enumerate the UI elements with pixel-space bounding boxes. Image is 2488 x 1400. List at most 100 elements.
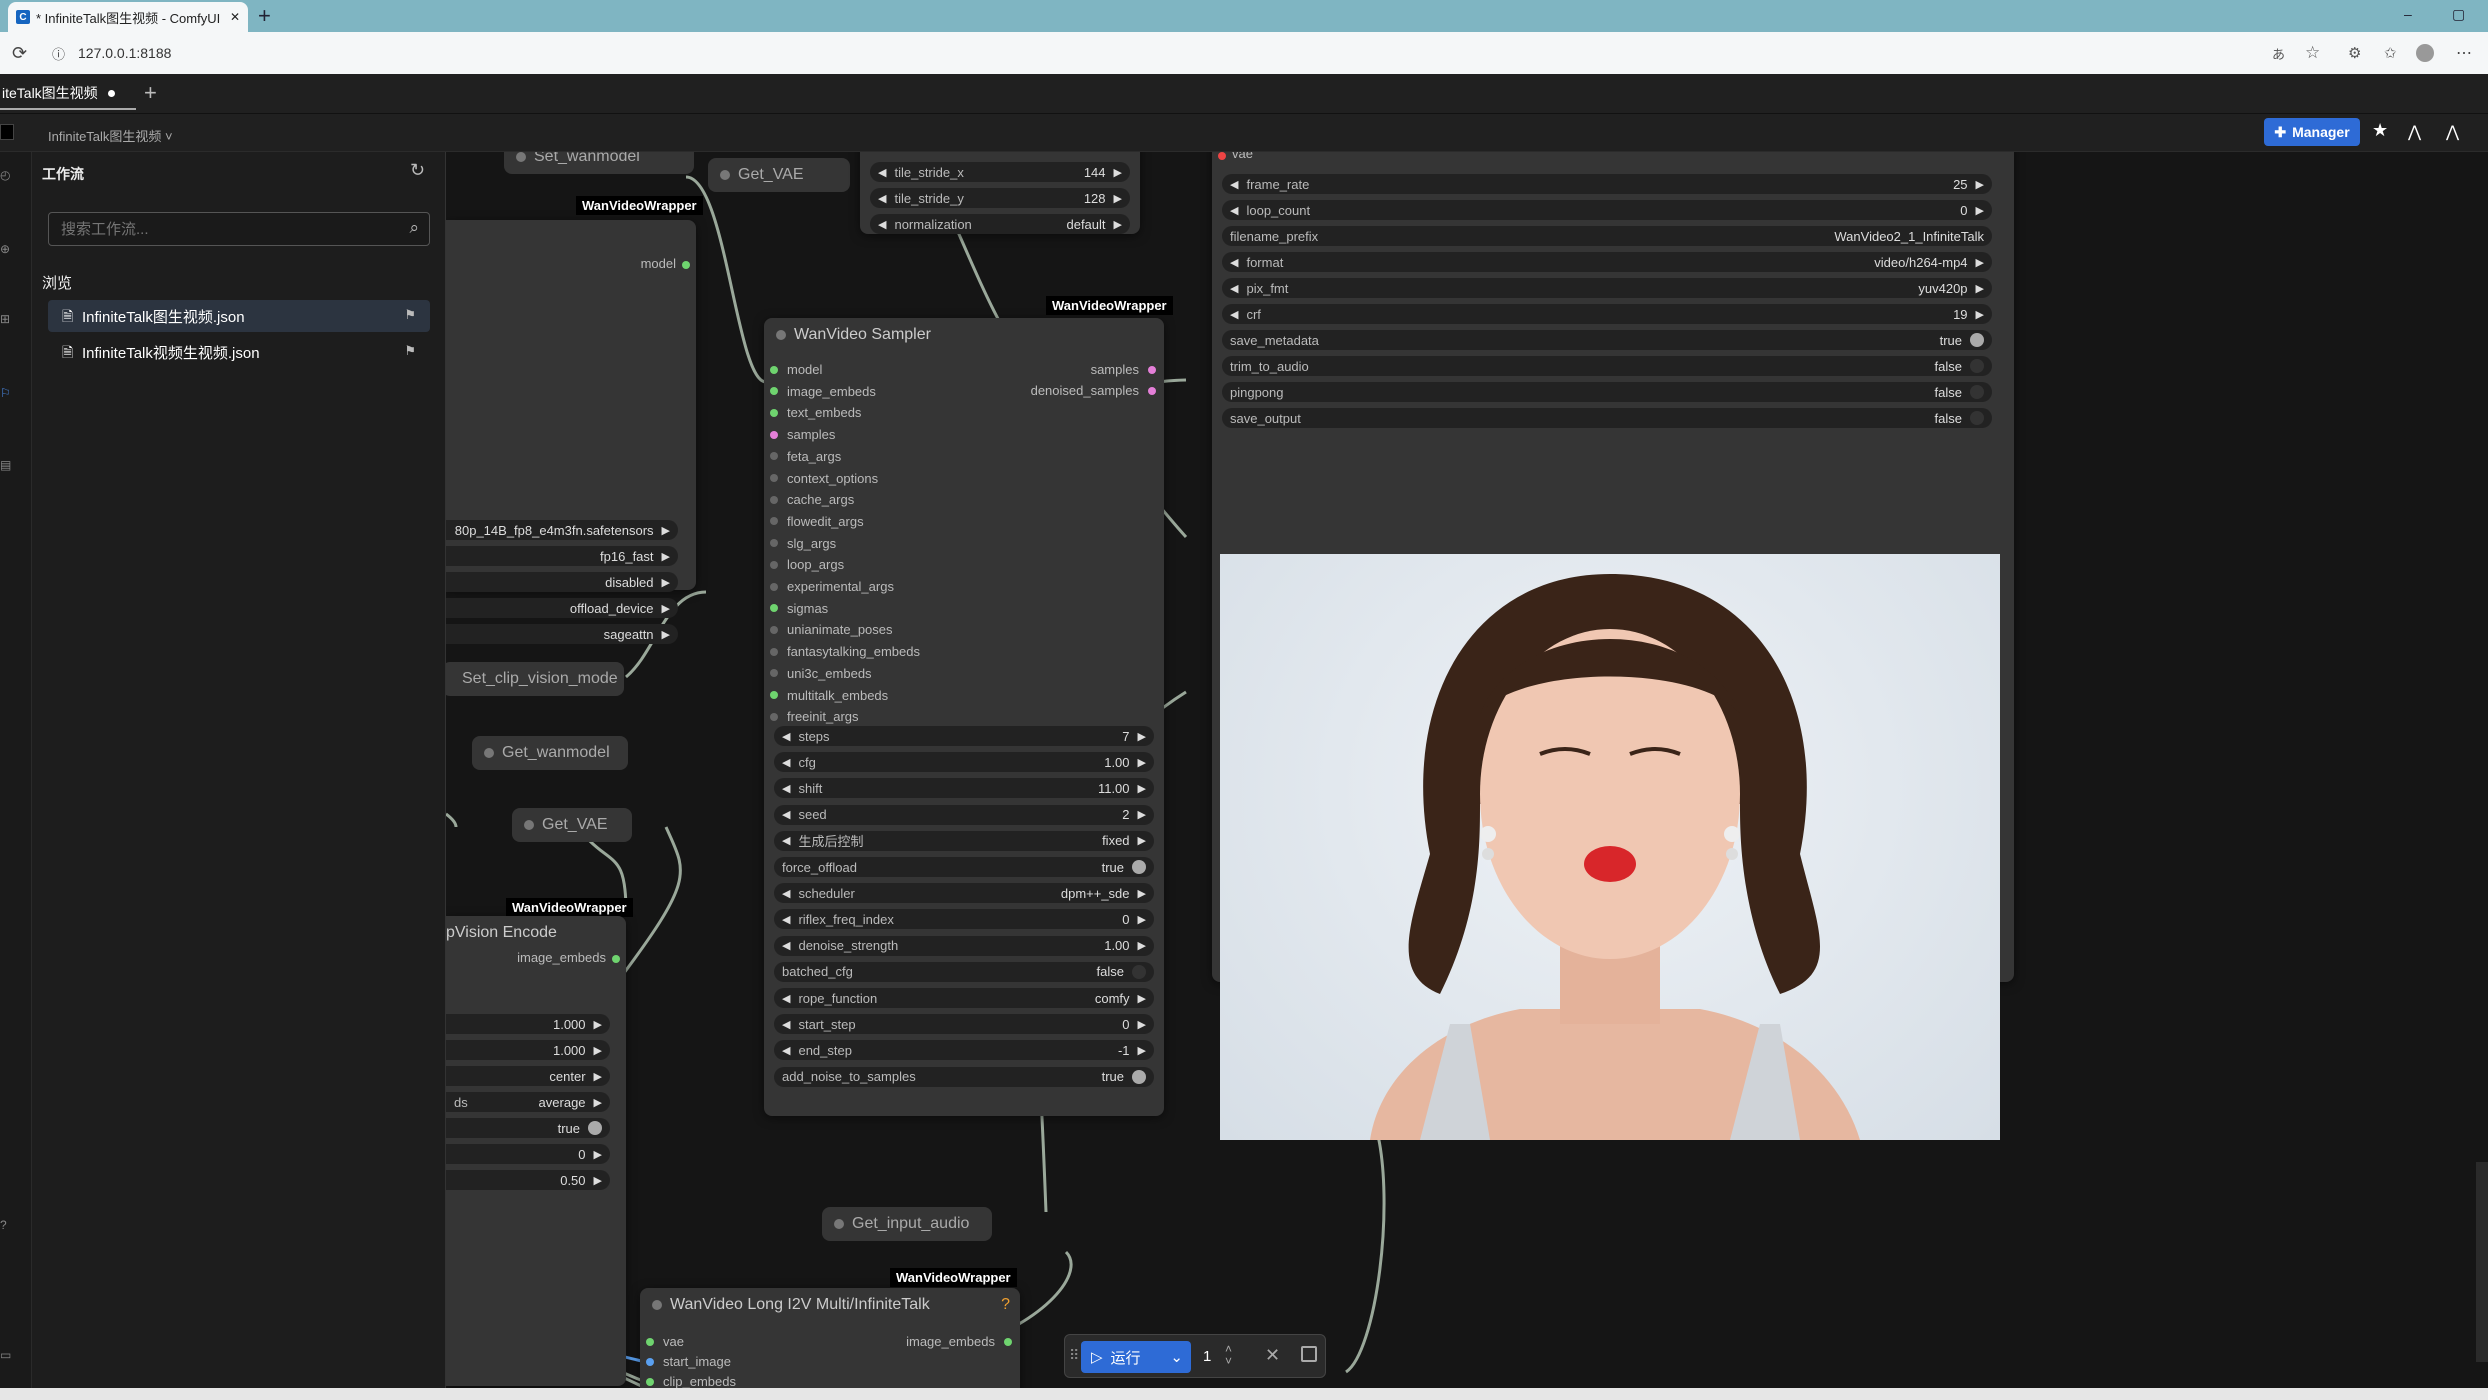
model-loader-node[interactable]: model 80p_14B_fp8_e4m3fn.safetensors ▶ fp…: [446, 220, 696, 590]
tiles-widget[interactable]: 0 ▶: [446, 1144, 610, 1164]
sampler-input-slot[interactable]: cache_args: [770, 490, 854, 510]
sampler-widget[interactable]: add_noise_to_samples true: [774, 1066, 1154, 1087]
translate-icon[interactable]: あ: [2272, 44, 2285, 63]
clip-vision-encode-node[interactable]: pVision Encode image_embeds 1.000 ▶ 1.000…: [446, 916, 626, 1386]
workflows-icon[interactable]: ⚐: [0, 386, 11, 400]
cancel-icon[interactable]: ✕: [1265, 1345, 1280, 1366]
workflow-file-item[interactable]: 🗎 InfiniteTalk视频生视频.json ⚑: [48, 336, 430, 368]
node-header[interactable]: WanVideo Long I2V Multi/InfiniteTalk: [640, 1288, 1020, 1322]
clear-queue-icon[interactable]: [1301, 1346, 1317, 1362]
minimize-window-button[interactable]: –: [2404, 6, 2412, 22]
drag-handle-icon[interactable]: ⠿: [1069, 1347, 1079, 1364]
sampler-input-slot[interactable]: loop_args: [770, 555, 844, 575]
sampler-widget[interactable]: ◀ seed 2 ▶: [774, 804, 1154, 825]
sampler-input-slot[interactable]: multitalk_embeds: [770, 686, 888, 706]
bookmark-icon[interactable]: ⚑: [404, 343, 416, 359]
tile-stride-x-widget[interactable]: ◀ tile_stride_x 144 ▶: [870, 162, 1130, 182]
image-embeds-output[interactable]: image_embeds: [906, 1332, 1012, 1352]
browser-tab[interactable]: C * InfiniteTalk图生视频 - ComfyUI ✕: [8, 2, 248, 32]
reload-icon[interactable]: ⟳: [12, 43, 27, 64]
video-preview[interactable]: [1220, 554, 2000, 1140]
maximize-window-button[interactable]: ▢: [2452, 6, 2465, 23]
tile-stride-y-widget[interactable]: ◀ tile_stride_y 128 ▶: [870, 188, 1130, 208]
video-combine-widget[interactable]: ◀ frame_rate 25 ▶: [1222, 174, 1992, 194]
sampler-input-slot[interactable]: model: [770, 360, 822, 380]
video-combine-widget[interactable]: ◀ pix_fmt yuv420p ▶: [1222, 278, 1992, 298]
denoised-samples-output[interactable]: denoised_samples: [1031, 381, 1156, 401]
sampler-widget[interactable]: ◀ denoise_strength 1.00 ▶: [774, 935, 1154, 956]
add-workflow-tab-button[interactable]: +: [144, 80, 157, 106]
node-header[interactable]: WanVideo Sampler: [764, 318, 1164, 352]
console-icon[interactable]: ▭: [0, 1348, 11, 1362]
force-offload-widget[interactable]: true: [446, 1118, 610, 1138]
load-device-widget[interactable]: offload_device ▶: [446, 598, 678, 618]
more-menu-icon[interactable]: ⋯: [2456, 43, 2472, 63]
sampler-input-slot[interactable]: samples: [770, 425, 835, 445]
sampler-input-slot[interactable]: sigmas: [770, 599, 828, 619]
model-file-widget[interactable]: 80p_14B_fp8_e4m3fn.safetensors ▶: [446, 520, 678, 540]
sampler-widget[interactable]: ◀ scheduler dpm++_sde ▶: [774, 883, 1154, 904]
profile-avatar-icon[interactable]: [2416, 44, 2434, 62]
sampler-input-slot[interactable]: unianimate_poses: [770, 620, 893, 640]
normalization-widget[interactable]: ◀ normalization default ▶: [870, 214, 1130, 234]
get-vae-node[interactable]: Get_VAE: [512, 808, 632, 842]
sampler-input-slot[interactable]: fantasytalking_embeds: [770, 642, 920, 662]
vae-input-dot[interactable]: [1218, 152, 1226, 160]
sampler-widget[interactable]: ◀ shift 11.00 ▶: [774, 778, 1154, 799]
bookmark-star-icon[interactable]: ☆: [2305, 43, 2320, 63]
sampler-widget[interactable]: batched_cfg false: [774, 961, 1154, 982]
samples-output[interactable]: samples: [1091, 360, 1156, 380]
sampler-input-slot[interactable]: freeinit_args: [770, 707, 859, 727]
get-input-audio-node[interactable]: Get_input_audio: [822, 1207, 992, 1241]
crop-widget[interactable]: center ▶: [446, 1066, 610, 1086]
sampler-widget[interactable]: ◀ steps 7 ▶: [774, 726, 1154, 746]
breadcrumb[interactable]: InfiniteTalk图生视频 ˅: [48, 126, 173, 145]
sampler-input-slot[interactable]: slg_args: [770, 534, 836, 554]
sampler-input-slot[interactable]: image_embeds: [770, 382, 876, 402]
strength-2-widget[interactable]: 1.000 ▶: [446, 1040, 610, 1060]
help-icon[interactable]: ?: [1001, 1296, 1010, 1314]
model-library-icon[interactable]: ⊞: [0, 312, 10, 326]
share-icon[interactable]: ⋀: [2446, 122, 2459, 142]
sampler-widget[interactable]: ◀ end_step -1 ▶: [774, 1040, 1154, 1061]
comfy-menu-logo-icon[interactable]: [0, 124, 14, 140]
favorites-icon[interactable]: ✩: [2384, 44, 2397, 62]
batch-count-input[interactable]: 1: [1203, 1348, 1211, 1365]
chevron-down-icon[interactable]: ⌄: [1170, 1348, 1183, 1366]
video-combine-widget[interactable]: ◀ loop_count 0 ▶: [1222, 200, 1992, 220]
set-wanmodel-node[interactable]: Set_wanmodel: [504, 152, 694, 174]
video-combine-node[interactable]: vae ◀ frame_rate 25 ▶ ◀ loop_count 0 ▶ filename_…: [1212, 152, 2014, 1140]
sampler-widget[interactable]: ◀ cfg 1.00 ▶: [774, 752, 1154, 773]
quantization-widget[interactable]: disabled ▶: [446, 572, 678, 592]
clip-embeds-input[interactable]: clip_embeds: [646, 1372, 736, 1388]
close-tab-icon[interactable]: ✕: [230, 10, 240, 24]
sampler-widget[interactable]: ◀ 生成后控制 fixed ▶: [774, 830, 1154, 851]
video-combine-widget[interactable]: ◀ format video/h264-mp4 ▶: [1222, 252, 1992, 272]
manager-button[interactable]: ✚ Manager: [2264, 118, 2360, 146]
ratio-widget[interactable]: 0.50 ▶: [446, 1170, 610, 1190]
node-library-icon[interactable]: ⊕: [0, 242, 10, 256]
sampler-input-slot[interactable]: text_embeds: [770, 403, 861, 423]
url-field[interactable]: 127.0.0.1:8188: [78, 45, 171, 61]
vae-tile-node[interactable]: ◀ tile_stride_x 144 ▶ ◀ tile_stride_y 128 ▶ ◀ n…: [860, 152, 1140, 234]
video-combine-widget[interactable]: pingpong false: [1222, 382, 1992, 402]
vae-input[interactable]: vae: [646, 1332, 684, 1352]
get-vae-node[interactable]: Get_VAE: [708, 158, 850, 192]
favorite-star-icon[interactable]: ★: [2372, 120, 2388, 141]
stepper-icon[interactable]: ˄ ˅: [1225, 1343, 1232, 1367]
video-combine-widget[interactable]: trim_to_audio false: [1222, 356, 1992, 376]
sampler-input-slot[interactable]: flowedit_args: [770, 512, 864, 532]
sampler-widget[interactable]: ◀ start_step 0 ▶: [774, 1014, 1154, 1035]
new-tab-button[interactable]: +: [258, 3, 271, 29]
run-button[interactable]: ▷ 运行 ⌄: [1081, 1341, 1191, 1373]
workflow-file-item[interactable]: 🗎 InfiniteTalk图生视频.json ⚑: [48, 300, 430, 332]
sampler-widget[interactable]: force_offload true: [774, 857, 1154, 877]
wanvideo-sampler-node[interactable]: WanVideo Sampler model image_embeds text_e…: [764, 318, 1164, 1116]
sampler-widget[interactable]: ◀ riflex_freq_index 0 ▶: [774, 909, 1154, 930]
sampler-input-slot[interactable]: feta_args: [770, 447, 841, 467]
sampler-input-slot[interactable]: context_options: [770, 469, 878, 489]
sampler-input-slot[interactable]: uni3c_embeds: [770, 664, 872, 684]
workflow-tab[interactable]: iteTalk图生视频: [0, 78, 136, 110]
attention-mode-widget[interactable]: sageattn ▶: [446, 624, 678, 644]
queue-icon[interactable]: ◴: [0, 168, 10, 182]
